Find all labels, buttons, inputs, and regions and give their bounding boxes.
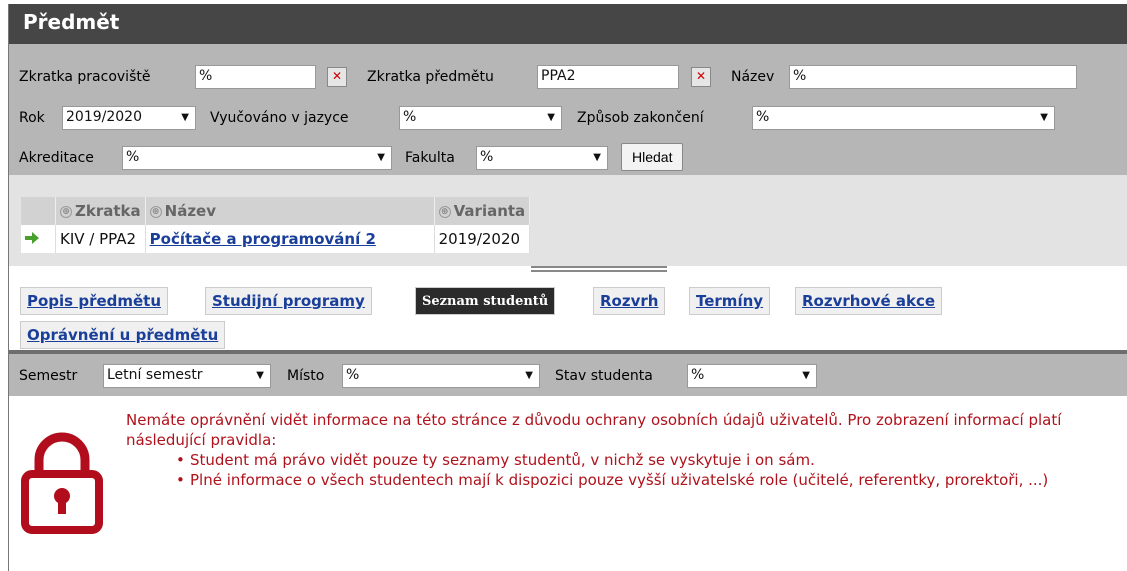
tab-bar: Popis předmětu Studijní programy Seznam …: [9, 276, 1127, 350]
sort-icon: ⊕: [438, 205, 451, 218]
hledat-button[interactable]: Hledat: [621, 143, 684, 171]
green-arrow-right-icon: [25, 232, 39, 244]
akreditace-label: Akreditace: [19, 150, 94, 166]
jazyk-select[interactable]: % ▼: [399, 106, 562, 130]
semestr-select[interactable]: Letní semestr ▼: [103, 364, 271, 388]
chevron-down-icon: ▼: [547, 112, 555, 123]
filter-panel: Zkratka pracoviště % ✕ Zkratka předmětu …: [9, 44, 1127, 175]
stav-studenta-select[interactable]: % ▼: [687, 364, 817, 388]
sort-icon: ⊕: [60, 205, 72, 218]
chevron-down-icon: ▼: [181, 112, 189, 123]
fakulta-value: %: [480, 149, 494, 165]
zkratka-predmetu-input[interactable]: PPA2: [537, 65, 679, 89]
rok-select[interactable]: 2019/2020 ▼: [62, 106, 196, 130]
akreditace-value: %: [126, 149, 140, 165]
results-panel: ⊕ Zkratka ⊕ Název ⊕ Varianta KIV / PPA2 Poč…: [9, 175, 1127, 272]
misto-label: Místo: [287, 368, 325, 384]
fakulta-select[interactable]: % ▼: [476, 146, 608, 170]
nazev-input[interactable]: %: [789, 65, 1077, 89]
list-item: Plné informace o všech studentech mají k…: [176, 470, 1126, 490]
chevron-down-icon: ▼: [377, 152, 385, 163]
tab-seznam-studentu[interactable]: Seznam studentů: [415, 287, 556, 315]
rok-label: Rok: [19, 110, 45, 126]
misto-value: %: [346, 367, 360, 383]
semestr-value: Letní semestr: [107, 367, 203, 383]
stav-studenta-label: Stav studenta: [555, 368, 653, 384]
clear-zkratka-pracoviste-icon[interactable]: ✕: [327, 67, 347, 87]
tab-terminy[interactable]: Termíny: [689, 287, 771, 315]
list-item: Student má právo vidět pouze ty seznamy …: [176, 450, 1126, 470]
student-filter-panel: Semestr Letní semestr ▼ Místo % ▼ Stav s…: [9, 354, 1127, 396]
page-title: Předmět: [23, 10, 120, 34]
fakulta-label: Fakulta: [405, 150, 455, 166]
nazev-label: Název: [731, 69, 775, 85]
zakonceni-select[interactable]: % ▼: [752, 106, 1055, 130]
sort-icon: ⊕: [149, 205, 162, 218]
resize-splitter-handle[interactable]: [531, 266, 667, 272]
results-table: ⊕ Zkratka ⊕ Název ⊕ Varianta KIV / PPA2 Poč…: [21, 197, 531, 253]
chevron-down-icon: ▼: [1040, 112, 1048, 123]
tab-popis-predmetu[interactable]: Popis předmětu: [20, 287, 169, 315]
column-header-varianta[interactable]: ⊕ Varianta: [434, 197, 531, 225]
tab-rozvrh[interactable]: Rozvrh: [593, 287, 666, 315]
rules-list: Student má právo vidět pouze ty seznamy …: [126, 450, 1126, 490]
zkratka-pracoviste-input[interactable]: %: [195, 65, 316, 89]
chevron-down-icon: ▼: [525, 370, 533, 381]
tab-rozvrhove-akce[interactable]: Rozvrhové akce: [795, 287, 943, 315]
column-header-zkratka[interactable]: ⊕ Zkratka: [55, 197, 146, 225]
permission-message: Nemáte oprávnění vidět informace na této…: [9, 396, 1127, 571]
zkratka-pracoviste-label: Zkratka pracoviště: [19, 69, 151, 85]
clear-zkratka-predmetu-icon[interactable]: ✕: [691, 67, 711, 87]
course-window: Předmět Zkratka pracoviště % ✕ Zkratka p…: [8, 4, 1127, 571]
column-header-nazev[interactable]: ⊕ Název: [145, 197, 435, 225]
cell-zkratka: KIV / PPA2: [55, 225, 146, 253]
semestr-label: Semestr: [19, 368, 78, 384]
message-text: Nemáte oprávnění vidět informace na této…: [126, 410, 1126, 490]
zakonceni-label: Způsob zakončení: [577, 110, 704, 126]
cell-varianta: 2019/2020: [434, 225, 531, 253]
chevron-down-icon: ▼: [802, 370, 810, 381]
table-row[interactable]: KIV / PPA2 Počítače a programování 2 201…: [21, 225, 531, 253]
zkratka-predmetu-label: Zkratka předmětu: [367, 69, 494, 85]
cell-nazev: Počítače a programování 2: [145, 225, 435, 253]
tab-opravneni-u-predmetu[interactable]: Oprávnění u předmětu: [20, 321, 226, 349]
rok-value: 2019/2020: [66, 109, 142, 125]
tab-studijni-programy[interactable]: Studijní programy: [205, 287, 372, 315]
header-bar: Předmět: [9, 4, 1127, 44]
zakonceni-value: %: [756, 109, 770, 125]
stav-studenta-value: %: [691, 367, 705, 383]
course-name-link[interactable]: Počítače a programování 2: [150, 230, 376, 248]
jazyk-value: %: [403, 109, 417, 125]
misto-select[interactable]: % ▼: [342, 364, 540, 388]
lock-icon: [21, 432, 103, 534]
akreditace-select[interactable]: % ▼: [122, 146, 392, 170]
table-header-marker: [21, 197, 56, 225]
chevron-down-icon: ▼: [256, 370, 264, 381]
message-intro: Nemáte oprávnění vidět informace na této…: [126, 411, 1062, 449]
chevron-down-icon: ▼: [593, 152, 601, 163]
jazyk-label: Vyučováno v jazyce: [210, 110, 349, 126]
row-marker: [21, 225, 56, 253]
